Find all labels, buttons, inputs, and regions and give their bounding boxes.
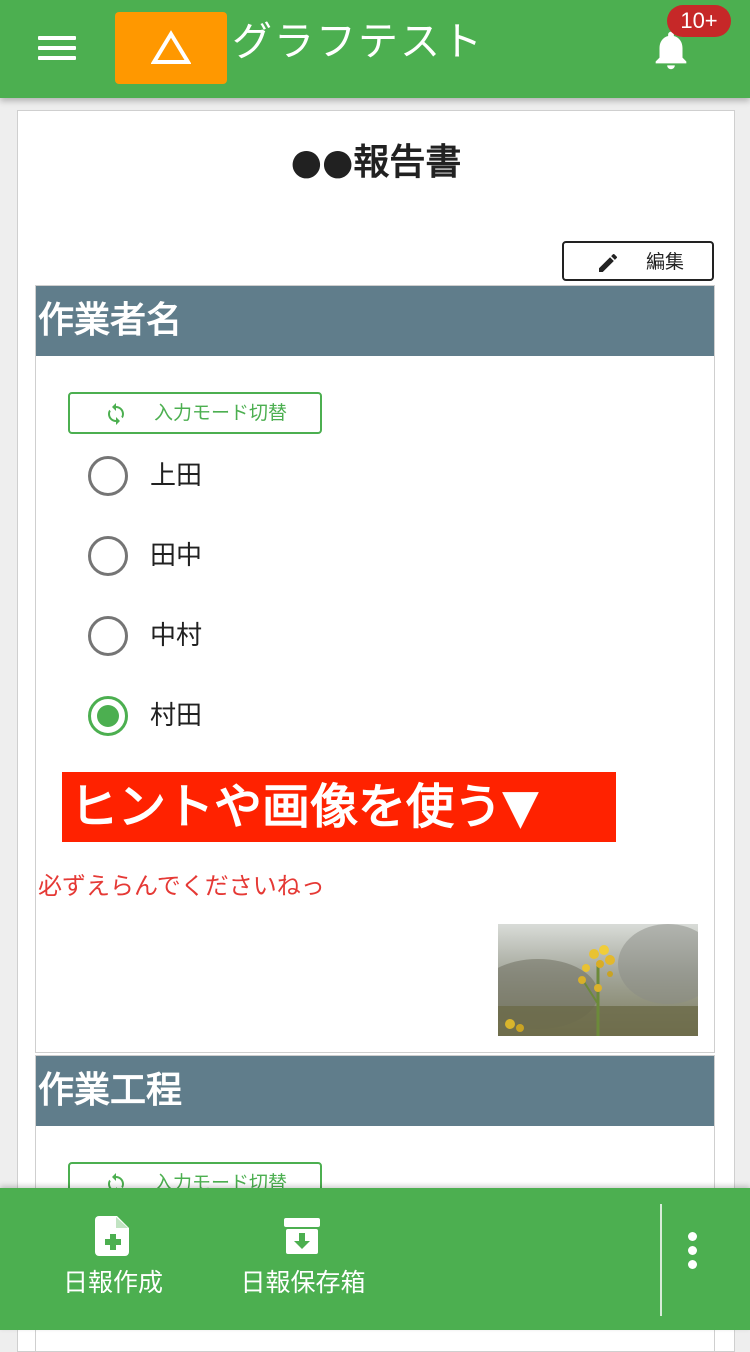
edit-button-label: 編集 bbox=[646, 251, 685, 273]
section-worker-name: 作業者名 入力モード切替 上田 田中 中村 村田 ヒントや画像を使う▼ 必ずえら… bbox=[35, 285, 715, 1053]
radio-option-tanaka[interactable]: 田中 bbox=[88, 534, 488, 578]
create-report-button[interactable]: 日報作成 bbox=[18, 1188, 208, 1330]
radio-option-nakamura[interactable]: 中村 bbox=[88, 614, 488, 658]
archive-download-icon bbox=[284, 1218, 320, 1254]
edit-button[interactable]: 編集 bbox=[562, 241, 714, 281]
create-report-label: 日報作成 bbox=[62, 1268, 163, 1297]
hint-image-rapeseed-flower[interactable] bbox=[498, 924, 698, 1036]
radio-button-selected[interactable] bbox=[88, 696, 128, 736]
report-card: ●●報告書 編集 作業者名 入力モード切替 上田 田中 中村 村田 ヒントや画像… bbox=[17, 110, 735, 1352]
bottom-navigation: 日報作成 日報保存箱 bbox=[0, 1188, 750, 1330]
input-mode-switch-button[interactable]: 入力モード切替 bbox=[68, 392, 322, 434]
input-mode-switch-label: 入力モード切替 bbox=[154, 402, 288, 424]
app-bar: グラフテスト 10+ bbox=[0, 0, 750, 98]
radio-label: 村田 bbox=[150, 701, 203, 731]
radio-button[interactable] bbox=[88, 616, 128, 656]
section-header-title: 作業者名 bbox=[38, 300, 183, 341]
more-vertical-icon[interactable] bbox=[674, 1224, 714, 1294]
triangle-logo-icon bbox=[151, 30, 191, 64]
radio-button[interactable] bbox=[88, 536, 128, 576]
file-plus-icon bbox=[95, 1216, 129, 1256]
radio-label: 田中 bbox=[150, 541, 203, 571]
hint-text: 必ずえらんでくださいねっ bbox=[38, 872, 325, 900]
sync-icon bbox=[108, 403, 124, 425]
pencil-icon bbox=[599, 253, 618, 272]
radio-option-ueda[interactable]: 上田 bbox=[88, 454, 488, 498]
section-header: 作業工程 bbox=[36, 1056, 714, 1126]
bottom-bar-divider bbox=[660, 1204, 662, 1316]
report-archive-button[interactable]: 日報保存箱 bbox=[208, 1188, 398, 1330]
hamburger-menu-icon[interactable] bbox=[30, 28, 86, 68]
section-header: 作業者名 bbox=[36, 286, 714, 356]
radio-button[interactable] bbox=[88, 456, 128, 496]
app-logo[interactable] bbox=[115, 12, 227, 84]
report-archive-label: 日報保存箱 bbox=[240, 1268, 366, 1297]
radio-label: 中村 bbox=[150, 621, 203, 651]
page-title: ●●報告書 bbox=[290, 142, 462, 183]
radio-label: 上田 bbox=[150, 461, 203, 491]
radio-option-murata[interactable]: 村田 bbox=[88, 694, 488, 738]
notification-badge: 10+ bbox=[667, 5, 731, 37]
app-title: グラフテスト bbox=[232, 19, 484, 65]
section-header-title: 作業工程 bbox=[38, 1070, 183, 1111]
hint-banner[interactable]: ヒントや画像を使う▼ bbox=[62, 772, 616, 842]
